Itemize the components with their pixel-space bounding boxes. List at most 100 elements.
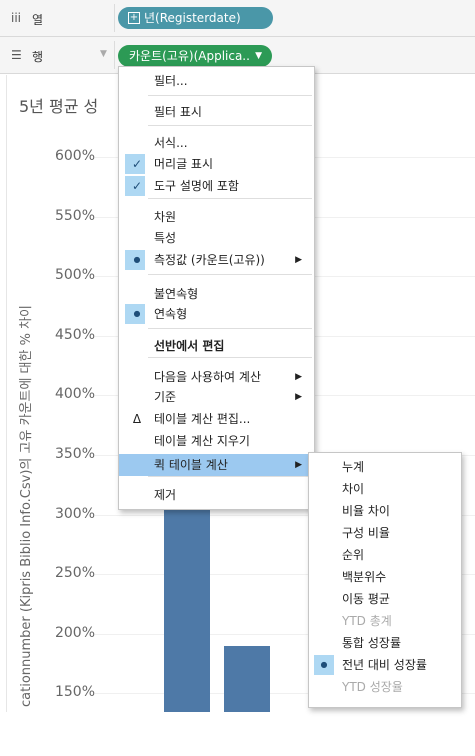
quick-calc-item[interactable]: 이동 평균: [309, 588, 461, 610]
menu-item-label: 테이블 계산 편집...: [154, 412, 251, 426]
check-icon: ✓: [131, 157, 143, 171]
remove-item[interactable]: 제거: [119, 484, 314, 506]
quick-calc-item[interactable]: 백분위수: [309, 566, 461, 588]
y-tick-label: 600%: [54, 148, 95, 164]
quick-calc-item-label: 전년 대비 성장률: [342, 658, 427, 672]
clear-table-calc-item[interactable]: 테이블 계산 지우기: [119, 430, 314, 452]
show-filter-item[interactable]: 필터 표시: [119, 101, 314, 123]
menu-item-label: 필터 표시: [154, 105, 202, 119]
year-registerdate-pill[interactable]: + 년(Registerdate): [118, 7, 273, 29]
radio-dot-icon: ●: [320, 660, 328, 669]
attribute-item[interactable]: 특성: [119, 227, 314, 249]
filter-item[interactable]: 필터...: [119, 70, 314, 92]
menu-item-label: 불연속형: [154, 287, 199, 301]
y-tick-label: 500%: [54, 267, 95, 284]
submenu-arrow-icon: ▶: [295, 392, 302, 402]
menu-item-label: 퀵 테이블 계산: [154, 458, 228, 472]
y-tick-label: 200%: [54, 624, 95, 641]
count-distinct-pill[interactable]: 카운트(고유)(Applica.. ▼: [118, 45, 272, 67]
delta-icon: Δ: [132, 412, 142, 426]
quick-calc-item-label: YTD 총계: [342, 614, 392, 628]
quick-calc-item-label: 누계: [342, 460, 365, 474]
shelf-divider: [114, 4, 115, 32]
edit-in-shelf-item[interactable]: 선반에서 편집: [119, 335, 314, 357]
quick-calc-item[interactable]: 비율 차이: [309, 500, 461, 522]
bar[interactable]: [164, 502, 210, 712]
edit-table-calc-item[interactable]: Δ 테이블 계산 편집...: [119, 408, 314, 430]
radio-dot-icon: ●: [133, 255, 141, 264]
rows-label: 행: [32, 50, 44, 64]
menu-item-label: 서식...: [154, 136, 188, 150]
shelf-divider: [114, 41, 115, 69]
compute-using-item[interactable]: 다음을 사용하여 계산 ▶: [119, 366, 314, 388]
menu-separator: [148, 274, 312, 275]
quick-calc-item-label: YTD 성장율: [342, 680, 403, 694]
viz-title: 5년 평균 성: [19, 97, 99, 116]
radio-dot-icon: ●: [133, 309, 141, 318]
menu-item-label: 연속형: [154, 307, 188, 321]
menu-item-label: 다음을 사용하여 계산: [154, 370, 261, 384]
quick-calc-item-label: 백분위수: [342, 570, 387, 584]
quick-table-calc-submenu: 누계차이비율 차이구성 비율순위백분위수이동 평균 YTD 총계통합 성장률 ● 전년…: [308, 452, 462, 708]
columns-label: 열: [32, 13, 44, 27]
quick-calc-item-label: 차이: [342, 482, 365, 496]
quick-calc-item-label: 이동 평균: [342, 592, 390, 606]
quick-calc-item[interactable]: 통합 성장률: [309, 632, 461, 654]
y-axis-label: cationnumber (Kipris Biblio Info.Csv)의 고…: [19, 305, 34, 707]
rows-icon: ☰: [11, 48, 22, 62]
submenu-arrow-icon: ▶: [295, 372, 302, 382]
pill-text: 카운트(고유)(Applica..: [129, 49, 250, 63]
menu-item-label: 테이블 계산 지우기: [154, 434, 250, 448]
y-tick-label: 400%: [54, 386, 95, 403]
check-icon: ✓: [131, 179, 143, 193]
menu-separator: [148, 95, 312, 96]
quick-calc-item[interactable]: ● 전년 대비 성장률: [309, 654, 461, 676]
y-tick-label: 550%: [54, 207, 95, 224]
quick-calc-item[interactable]: 구성 비율: [309, 522, 461, 544]
menu-item-label: 필터...: [154, 74, 188, 88]
menu-separator: [148, 198, 312, 199]
y-tick-label: 350%: [54, 446, 95, 462]
y-tick-label: 450%: [54, 326, 95, 343]
context-menu: 필터... 필터 표시서식... ✓ 머리글 표시 ✓ 도구 설명에 포함차원특성 ● 측정값…: [118, 66, 315, 510]
plus-icon[interactable]: +: [128, 12, 140, 24]
quick-calc-item-label: 순위: [342, 548, 365, 562]
chevron-down-icon[interactable]: ▼: [255, 45, 262, 67]
menu-item-label: 측정값 (카운트(고유)): [154, 253, 265, 267]
menu-separator: [148, 357, 312, 358]
menu-item-label: 선반에서 편집: [154, 339, 225, 353]
measure-item[interactable]: ● 측정값 (카운트(고유)) ▶: [119, 249, 314, 271]
quick-calc-item-label: 비율 차이: [342, 504, 390, 518]
show-header-item[interactable]: ✓ 머리글 표시: [119, 153, 314, 175]
menu-item-label: 도구 설명에 포함: [154, 179, 239, 193]
menu-item-label: 특성: [154, 231, 177, 245]
discrete-item[interactable]: 불연속형: [119, 283, 314, 305]
quick-table-calc-item[interactable]: 퀵 테이블 계산 ▶: [119, 454, 314, 476]
dimension-item[interactable]: 차원: [119, 206, 314, 228]
quick-calc-item[interactable]: 차이: [309, 478, 461, 500]
submenu-arrow-icon: ▶: [295, 460, 302, 470]
include-tooltip-item[interactable]: ✓ 도구 설명에 포함: [119, 175, 314, 197]
menu-item-label: 기준: [154, 390, 177, 404]
quick-calc-item-label: 구성 비율: [342, 526, 390, 540]
menu-separator: [148, 476, 312, 477]
y-tick-label: 150%: [54, 684, 95, 701]
menu-item-label: 차원: [154, 210, 177, 224]
bar[interactable]: [224, 645, 270, 712]
relative-to-item[interactable]: 기준 ▶: [119, 386, 314, 408]
columns-icon: iii: [11, 11, 22, 25]
y-tick-label: 300%: [54, 505, 95, 522]
quick-calc-item: YTD 성장율: [309, 676, 461, 698]
y-tick-label: 250%: [54, 565, 95, 582]
quick-calc-item[interactable]: 순위: [309, 544, 461, 566]
columns-shelf: iii 열 + 년(Registerdate): [0, 0, 475, 37]
pill-text: 년(Registerdate): [144, 11, 241, 25]
quick-calc-item[interactable]: 누계: [309, 456, 461, 478]
menu-item-label: 제거: [154, 488, 177, 502]
format-item[interactable]: 서식...: [119, 132, 314, 154]
chevron-down-icon[interactable]: ▼: [100, 49, 107, 59]
continuous-item[interactable]: ● 연속형: [119, 303, 314, 325]
quick-calc-item-label: 통합 성장률: [342, 636, 402, 650]
submenu-arrow-icon: ▶: [295, 255, 302, 265]
menu-item-label: 머리글 표시: [154, 157, 214, 171]
